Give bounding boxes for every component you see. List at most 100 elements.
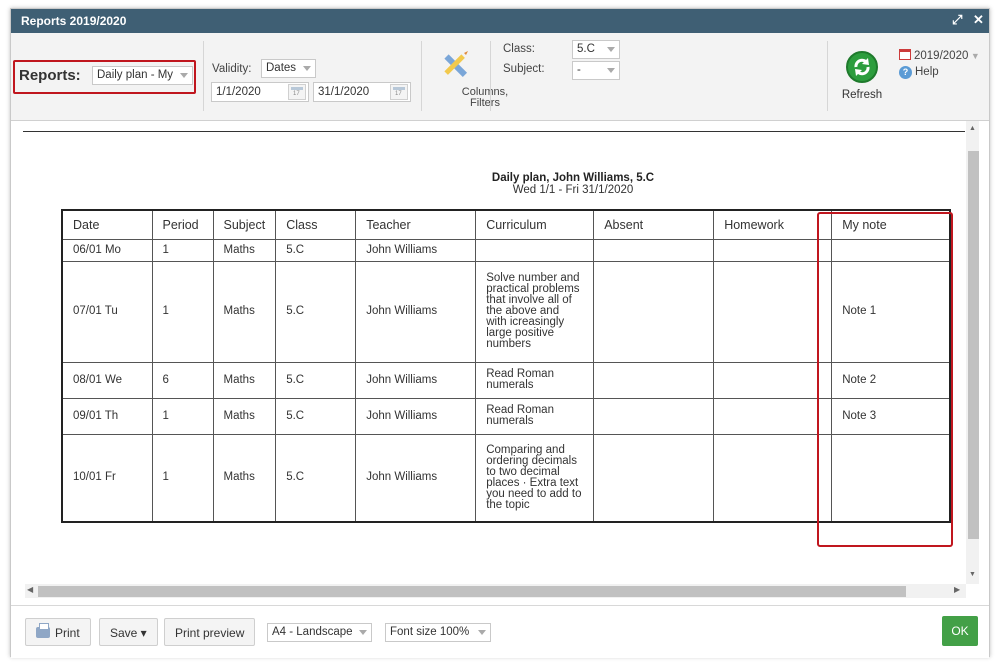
save-label: Save ▾	[110, 626, 147, 640]
table-row: 07/01 Tu 1 Maths 5.C John Williams Solve…	[61, 260, 951, 363]
daily-plan-table: Date Period Subject Class Teacher Curric…	[61, 209, 951, 523]
font-size-select-value: Font size 100%	[390, 626, 470, 638]
subject-select[interactable]: -	[572, 61, 620, 80]
report-select-value: Daily plan - My	[97, 69, 174, 81]
date-from-value: 1/1/2020	[216, 86, 261, 98]
cell-period: 1	[151, 238, 214, 262]
toolbar-separator	[827, 41, 828, 111]
scroll-right-icon[interactable]: ▶	[954, 585, 960, 594]
cell-curriculum: Read Roman numerals	[475, 361, 595, 399]
validity-label: Validity:	[212, 63, 252, 75]
column-header: Period	[151, 209, 214, 240]
column-header: Teacher	[355, 209, 477, 240]
validity-select-value: Dates	[266, 62, 297, 74]
cell-period: 6	[151, 361, 214, 399]
cell-period: 1	[151, 433, 214, 523]
cell-teacher: John Williams	[355, 260, 477, 363]
print-preview-label: Print preview	[175, 626, 245, 640]
window-title: Reports 2019/2020	[21, 14, 127, 28]
cell-subject: Maths	[212, 433, 277, 523]
validity-select[interactable]: Dates	[261, 59, 316, 78]
cell-homework	[713, 433, 833, 523]
cell-teacher: John Williams	[355, 238, 477, 262]
refresh-label: Refresh	[841, 89, 883, 101]
subject-select-value: -	[577, 64, 581, 76]
cell-subject: Maths	[212, 361, 277, 399]
cell-date: 07/01 Tu	[61, 260, 153, 363]
class-select[interactable]: 5.C	[572, 40, 620, 59]
cell-subject: Maths	[212, 397, 277, 435]
cell-class: 5.C	[275, 433, 357, 523]
toolbar-separator	[490, 41, 491, 111]
toolbar-separator	[203, 41, 204, 111]
cell-note: Note 3	[831, 397, 951, 435]
paper-select[interactable]: A4 - Landscape	[267, 623, 372, 642]
page-top-rule	[23, 131, 965, 132]
cell-homework	[713, 361, 833, 399]
cell-date: 06/01 Mo	[61, 238, 153, 262]
cell-curriculum: Comparing and ordering decimals to two d…	[475, 433, 595, 523]
close-icon[interactable]: ✕	[973, 12, 984, 28]
cell-period: 1	[151, 397, 214, 435]
column-header: Curriculum	[475, 209, 595, 240]
refresh-button[interactable]: Refresh	[837, 43, 887, 118]
cell-absent	[593, 260, 715, 363]
columns-filters-label: Columns, Filters	[461, 86, 509, 109]
print-label: Print	[55, 626, 80, 640]
vertical-scroll-thumb[interactable]	[968, 151, 979, 539]
cell-teacher: John Williams	[355, 397, 477, 435]
subject-label: Subject:	[503, 63, 545, 75]
column-header: My note	[831, 209, 951, 240]
toolbar-separator	[421, 41, 422, 111]
cell-date: 09/01 Th	[61, 397, 153, 435]
cell-class: 5.C	[275, 260, 357, 363]
help-icon: ?	[899, 66, 912, 79]
cell-note: Note 2	[831, 361, 951, 399]
cell-note	[831, 433, 951, 523]
title-bar: Reports 2019/2020 ⤢ ✕	[11, 9, 989, 33]
table-row: 09/01 Th 1 Maths 5.C John Williams Read …	[61, 397, 951, 435]
horizontal-scroll-thumb[interactable]	[38, 586, 906, 597]
scroll-up-icon[interactable]: ▲	[969, 125, 976, 132]
maximize-icon[interactable]: ⤢	[952, 12, 962, 28]
calendar-icon[interactable]: 17	[288, 84, 306, 100]
cell-homework	[713, 260, 833, 363]
print-button[interactable]: Print	[25, 618, 91, 646]
pencil-ruler-icon	[444, 51, 468, 78]
column-header: Homework	[713, 209, 833, 240]
table-row: 06/01 Mo 1 Maths 5.C John Williams	[61, 238, 951, 262]
cell-absent	[593, 238, 715, 262]
vertical-scrollbar[interactable]: ▲ ▼	[966, 121, 979, 584]
table-row: 10/01 Fr 1 Maths 5.C John Williams Compa…	[61, 433, 951, 523]
chevron-down-icon	[478, 630, 486, 635]
column-header: Absent	[593, 209, 715, 240]
chevron-down-icon	[180, 73, 188, 78]
scroll-down-icon[interactable]: ▼	[969, 571, 976, 578]
horizontal-scrollbar[interactable]: ◀ ▶	[25, 584, 966, 598]
report-subtitle: Wed 1/1 - Fri 31/1/2020	[512, 184, 634, 196]
font-size-select[interactable]: Font size 100%	[385, 623, 491, 642]
ok-button[interactable]: OK	[942, 616, 978, 646]
column-header: Subject	[212, 209, 277, 240]
chevron-down-icon	[303, 66, 311, 71]
calendar-icon[interactable]: 17	[390, 84, 408, 100]
date-to-value: 31/1/2020	[318, 86, 370, 98]
cell-absent	[593, 361, 715, 399]
cell-homework	[713, 238, 833, 262]
printer-icon	[36, 623, 50, 638]
help-link[interactable]: ? Help	[899, 66, 939, 79]
cell-class: 5.C	[275, 361, 357, 399]
column-header: Class	[275, 209, 357, 240]
paper-select-value: A4 - Landscape	[272, 626, 353, 638]
cell-subject: Maths	[212, 238, 277, 262]
cell-curriculum: Read Roman numerals	[475, 397, 595, 435]
chevron-down-icon	[607, 68, 615, 73]
save-button[interactable]: Save ▾	[99, 618, 158, 646]
columns-filters-button[interactable]: Columns, Filters	[425, 43, 508, 118]
scroll-left-icon[interactable]: ◀	[27, 585, 33, 594]
print-preview-button[interactable]: Print preview	[164, 618, 256, 646]
report-select[interactable]: Daily plan - My	[92, 66, 193, 85]
help-label: Help	[915, 66, 939, 78]
year-select[interactable]: 2019/2020 ▼	[899, 49, 980, 62]
toolbar: Reports: Daily plan - My Validity: Dates…	[11, 33, 989, 121]
